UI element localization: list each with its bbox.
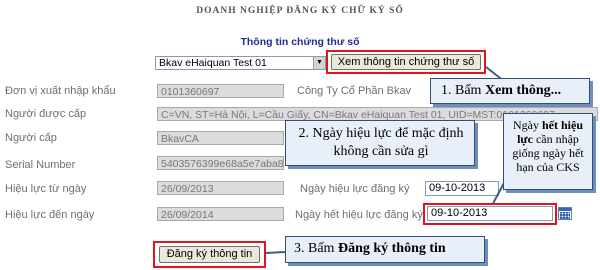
label-issuer: Người cấp (5, 132, 57, 144)
expiry-date-input[interactable]: 09-10-2013 (427, 206, 553, 221)
label-expiry-date: Ngày hết hiệu lực đăng ký (295, 209, 423, 221)
serial-number-field: 5403576399e68a5e7aba89 (157, 156, 284, 170)
callout-3-bold: Đăng ký thông tin (337, 241, 446, 256)
callout-3-number: 3. (294, 241, 305, 256)
certificate-select-value: Bkav eHaiquan Test 01 (159, 57, 267, 69)
callout-2-number: 2. (298, 126, 309, 141)
page-title: DOANH NGHIỆP ĐĂNG KÝ CHỮ KÝ SỐ (196, 6, 404, 16)
callout-exp-text1: Ngày (512, 118, 542, 132)
callout-1-text: Bấm (451, 83, 485, 98)
company-name: Công Ty Cổ Phần Bkav (297, 85, 412, 97)
label-effective-date: Ngày hiệu lực đăng ký (300, 183, 410, 195)
section-title: Thông tin chứng thư số (240, 36, 360, 48)
valid-from-field: 26/09/2013 (157, 181, 284, 195)
calendar-icon-grid (560, 212, 570, 219)
certificate-select[interactable]: Bkav eHaiquan Test 01 ▼ (155, 56, 326, 70)
label-export-unit: Đơn vị xuất nhập khẩu (5, 85, 116, 97)
callout-1-number: 1. (441, 83, 452, 98)
effective-date-input[interactable]: 09-10-2013 (425, 181, 499, 196)
dropdown-arrow-icon[interactable]: ▼ (313, 57, 325, 69)
callout-step-2: 2. Ngày hiệu lực để mặc định không cần s… (285, 120, 475, 166)
export-unit-field: 0101360697 (157, 84, 284, 98)
label-valid-to: Hiệu lực đến ngày (5, 209, 95, 221)
label-issued-to: Người được cấp (5, 108, 87, 120)
callout-1-bold: Xem thông... (484, 83, 562, 98)
valid-to-field: 26/09/2014 (157, 207, 284, 221)
callout-step-1: 1. Bấm Xem thông... (430, 78, 590, 104)
callout-step-3: 3. Bấm Đăng ký thông tin (285, 236, 485, 263)
callout-expiry-note: Ngày hết hiệu lực cần nhập giống ngày hế… (503, 113, 593, 190)
calendar-icon-header (559, 208, 571, 211)
label-serial-number: Serial Number (5, 159, 76, 171)
calendar-icon[interactable] (558, 207, 572, 220)
view-certificate-button[interactable]: Xem thông tin chứng thư số (331, 54, 481, 70)
callout-2-text: Ngày hiệu lực để mặc định không cần sửa … (308, 126, 464, 159)
issuer-field: BkavCA (157, 131, 284, 145)
callout-3-text: Bấm (304, 241, 338, 256)
register-button[interactable]: Đăng ký thông tin (159, 246, 260, 263)
label-valid-from: Hiệu lực từ ngày (5, 183, 87, 195)
